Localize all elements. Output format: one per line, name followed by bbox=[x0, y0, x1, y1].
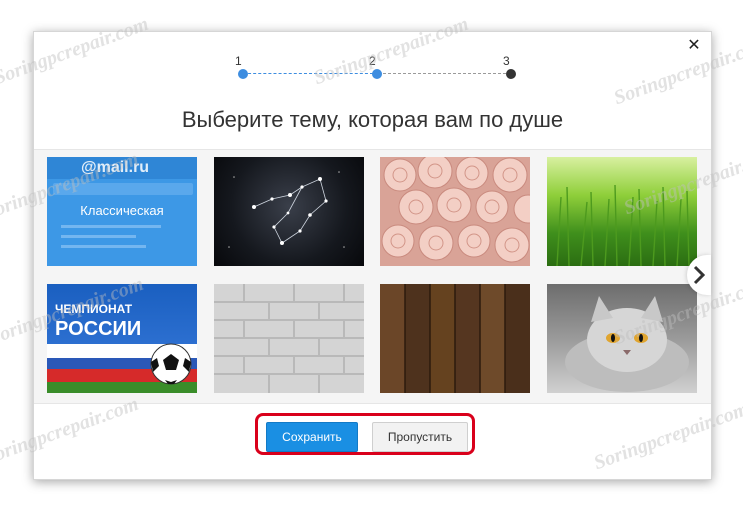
step-dot-3 bbox=[506, 69, 516, 79]
step-number-2: 2 bbox=[369, 54, 376, 68]
theme-wood-planks[interactable] bbox=[380, 284, 530, 393]
white-brick-image bbox=[214, 284, 364, 393]
theme-label-classic: Классическая bbox=[80, 203, 164, 218]
theme-picker-dialog: ✕ 1 2 3 Выберите тему, которая вам по ду… bbox=[33, 31, 712, 480]
wood-planks-image bbox=[380, 284, 530, 393]
grass-image bbox=[556, 184, 690, 266]
step-dot-2 bbox=[372, 69, 382, 79]
constellation-image bbox=[228, 171, 345, 248]
step-number-3: 3 bbox=[503, 54, 510, 68]
classic-toolbar bbox=[53, 183, 193, 195]
cat-image bbox=[565, 296, 689, 392]
step-number-1: 1 bbox=[235, 54, 242, 68]
theme-constellation[interactable] bbox=[214, 157, 364, 266]
step-connector-pending bbox=[378, 73, 506, 74]
theme-white-brick[interactable] bbox=[214, 284, 364, 393]
mailru-logo: @mail.ru bbox=[81, 159, 150, 176]
footer-button-group: Сохранить Пропустить bbox=[255, 413, 475, 455]
theme-classic[interactable]: @mail.ru Классическая bbox=[47, 157, 197, 266]
skip-button[interactable]: Пропустить bbox=[372, 422, 468, 452]
classic-line bbox=[61, 225, 161, 228]
chevron-right-icon bbox=[693, 265, 705, 285]
dialog-title: Выберите тему, которая вам по душе bbox=[181, 107, 564, 132]
classic-line bbox=[61, 235, 136, 238]
football-ball-icon bbox=[150, 343, 192, 385]
step-connector-done bbox=[243, 73, 373, 74]
save-button[interactable]: Сохранить bbox=[266, 422, 358, 452]
roses-image bbox=[380, 157, 530, 266]
stepper: 1 2 3 bbox=[235, 54, 516, 84]
theme-football-championship[interactable]: ЧЕМПИОНАТ РОССИИ ПРЕМЬЕР-ЛИГА bbox=[47, 284, 197, 393]
theme-cat[interactable] bbox=[547, 284, 697, 393]
close-icon[interactable]: ✕ bbox=[687, 38, 701, 54]
classic-line bbox=[61, 245, 146, 248]
theme-gallery: @mail.ru Классическая ЧЕМПИОНАТ РОССИИ П… bbox=[34, 149, 711, 404]
theme-grass[interactable] bbox=[547, 157, 697, 266]
theme-roses[interactable] bbox=[380, 157, 530, 266]
step-dot-1 bbox=[238, 69, 248, 79]
